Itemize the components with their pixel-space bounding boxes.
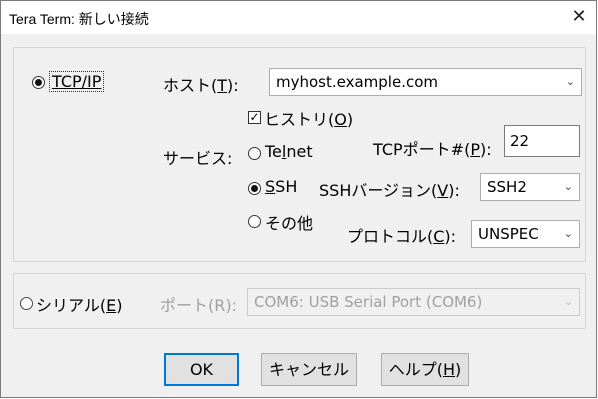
history-checkbox[interactable]: ✓	[248, 111, 261, 124]
help-button[interactable]: ヘルプ(H)	[381, 353, 469, 386]
ssh-label[interactable]: SSH	[265, 177, 297, 196]
host-value: myhost.example.com	[276, 73, 439, 91]
cancel-button[interactable]: キャンセル	[261, 353, 357, 386]
service-label: サービス:	[163, 149, 233, 168]
serial-label[interactable]: シリアル(E)	[36, 292, 122, 316]
ssh-version-value: SSH2	[487, 178, 527, 196]
other-radio[interactable]	[248, 215, 261, 228]
chevron-down-icon[interactable]: ⌄	[564, 221, 573, 247]
chevron-down-icon[interactable]: ⌄	[564, 289, 573, 315]
ssh-version-label: SSHバージョン(V):	[319, 181, 460, 200]
host-label: ホスト(T):	[163, 76, 239, 95]
serial-port-select[interactable]: COM6: USB Serial Port (COM6) ⌄	[247, 288, 580, 316]
serial-port-label: ポート(R):	[160, 296, 237, 315]
port-label: TCPポート#(P):	[373, 140, 492, 159]
other-label[interactable]: その他	[265, 210, 313, 234]
tcpip-label-text: TCP/IP	[52, 72, 102, 91]
window-title: Tera Term: 新しい接続	[9, 11, 149, 27]
close-icon[interactable]: ✕	[566, 4, 592, 30]
telnet-radio[interactable]	[248, 147, 261, 160]
serial-port-value: COM6: USB Serial Port (COM6)	[254, 293, 483, 311]
history-label[interactable]: ヒストリ(O)	[264, 106, 353, 130]
port-input[interactable]: 22	[504, 125, 580, 157]
port-value: 22	[510, 132, 530, 150]
host-combobox[interactable]: myhost.example.com ⌄	[269, 68, 582, 96]
chevron-down-icon[interactable]: ⌄	[564, 174, 573, 200]
telnet-label[interactable]: Telnet	[265, 142, 313, 161]
ssh-version-select[interactable]: SSH2 ⌄	[480, 173, 580, 201]
title-bar: Tera Term: 新しい接続 ✕	[1, 1, 596, 34]
chevron-down-icon[interactable]: ⌄	[566, 69, 575, 95]
dialog-window: Tera Term: 新しい接続 ✕ TCP/IP ホスト(T): myhost…	[0, 0, 597, 398]
ssh-radio[interactable]	[248, 182, 261, 195]
protocol-select[interactable]: UNSPEC ⌄	[471, 220, 580, 248]
tcpip-radio[interactable]	[32, 76, 45, 89]
serial-radio[interactable]	[20, 297, 33, 310]
ok-button[interactable]: OK	[164, 353, 239, 386]
protocol-value: UNSPEC	[478, 225, 539, 243]
protocol-label: プロトコル(C):	[347, 227, 457, 246]
tcpip-label[interactable]: TCP/IP	[49, 71, 105, 92]
